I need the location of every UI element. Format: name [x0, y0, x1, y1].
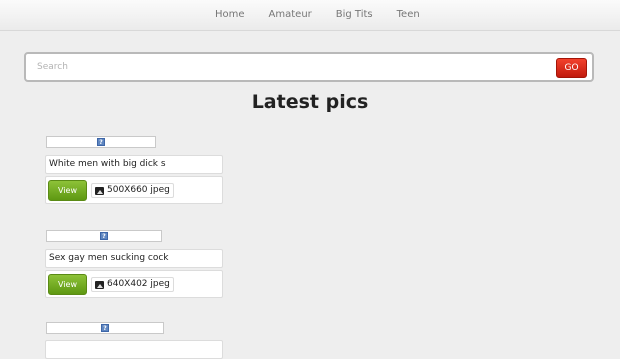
top-navbar: Home Amateur Big Tits Teen: [0, 0, 620, 31]
picture-icon: [95, 280, 104, 289]
broken-image-icon: ?: [101, 324, 109, 332]
view-button[interactable]: View: [48, 180, 87, 201]
pic-title[interactable]: White men with big dick s: [45, 155, 223, 174]
nav-amateur-link[interactable]: Amateur: [257, 0, 324, 30]
pic-actions: View 640X402 jpeg: [45, 270, 223, 298]
nav-home-link[interactable]: Home: [203, 0, 257, 30]
nav-teen-link[interactable]: Teen: [385, 0, 432, 30]
nav-menu: Home Amateur Big Tits Teen: [203, 0, 432, 30]
pic-actions: View 500X660 jpeg: [45, 176, 223, 204]
pic-thumbnail[interactable]: ?: [46, 322, 164, 334]
search-input[interactable]: [35, 57, 539, 77]
nav-big-tits-link[interactable]: Big Tits: [324, 0, 385, 30]
picture-icon: [95, 186, 104, 195]
pic-thumbnail[interactable]: ?: [46, 230, 162, 242]
go-button[interactable]: GO: [556, 58, 587, 78]
pic-thumbnail[interactable]: ?: [46, 136, 156, 148]
image-info: 500X660 jpeg: [91, 183, 174, 198]
view-button[interactable]: View: [48, 274, 87, 295]
pic-title[interactable]: Sex gay men sucking cock: [45, 249, 223, 268]
image-dimensions: 640X402 jpeg: [107, 279, 170, 289]
image-dimensions: 500X660 jpeg: [107, 185, 170, 195]
broken-image-icon: ?: [97, 138, 105, 146]
search-bar: GO: [24, 52, 594, 82]
image-info: 640X402 jpeg: [91, 277, 174, 292]
page-title: Latest pics: [251, 91, 369, 113]
broken-image-icon: ?: [100, 232, 108, 240]
